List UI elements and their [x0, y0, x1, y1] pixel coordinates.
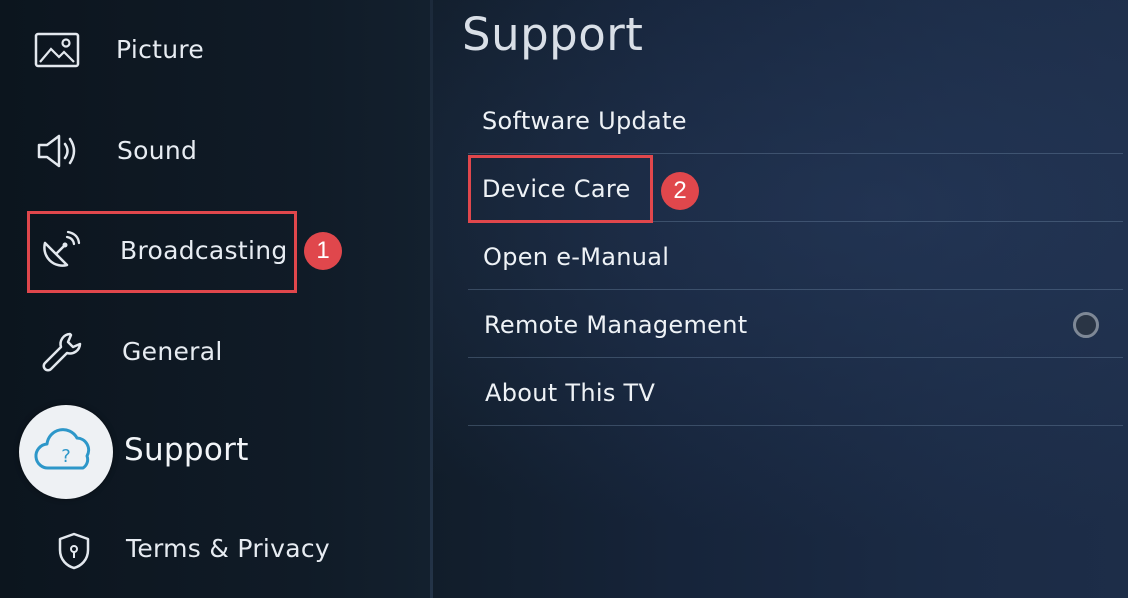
submenu-label-remote-management: Remote Management [484, 311, 748, 339]
divider [468, 153, 1123, 154]
menu-label-sound: Sound [117, 136, 198, 165]
step1-badge: 1 [304, 232, 342, 270]
submenu-item-about-this-tv[interactable]: About This TV [468, 360, 1123, 426]
menu-item-general[interactable]: General [0, 317, 420, 387]
menu-item-support[interactable]: ? Support [0, 405, 420, 499]
shield-icon [50, 527, 98, 575]
wrench-icon [38, 328, 86, 376]
menu-label-picture: Picture [116, 35, 205, 64]
tv-settings-screen: Picture Sound Broadcasting General ? Sup… [0, 0, 1128, 598]
submenu-item-remote-management[interactable]: Remote Management [468, 292, 1123, 358]
menu-label-support: Support [124, 432, 249, 468]
submenu-label-about-this-tv: About This TV [485, 379, 656, 407]
step2-badge: 2 [661, 172, 699, 210]
submenu-label-open-e-manual: Open e-Manual [483, 243, 670, 271]
picture-icon [33, 26, 81, 74]
remote-management-toggle[interactable] [1073, 312, 1099, 338]
menu-label-terms-privacy: Terms & Privacy [126, 534, 331, 563]
svg-text:?: ? [61, 446, 71, 467]
menu-label-general: General [122, 337, 223, 366]
step2-highlight-box [468, 155, 653, 223]
menu-item-terms-privacy[interactable]: Terms & Privacy [0, 514, 420, 584]
submenu-item-software-update[interactable]: Software Update [468, 88, 1123, 154]
panel-title: Support [462, 8, 644, 61]
panel-divider [430, 0, 433, 598]
step1-highlight-box [27, 211, 297, 293]
settings-category-menu: Picture Sound Broadcasting General ? Sup… [0, 0, 432, 598]
menu-item-sound[interactable]: Sound [0, 116, 420, 186]
divider [468, 425, 1123, 426]
cloud-question-icon: ? [34, 428, 91, 470]
divider [468, 289, 1123, 290]
speaker-icon [34, 127, 82, 175]
submenu-label-software-update: Software Update [482, 107, 687, 135]
support-selected-disc: ? [19, 405, 113, 499]
menu-item-picture[interactable]: Picture [0, 15, 420, 85]
divider [468, 357, 1123, 358]
submenu-item-open-e-manual[interactable]: Open e-Manual [468, 224, 1123, 290]
